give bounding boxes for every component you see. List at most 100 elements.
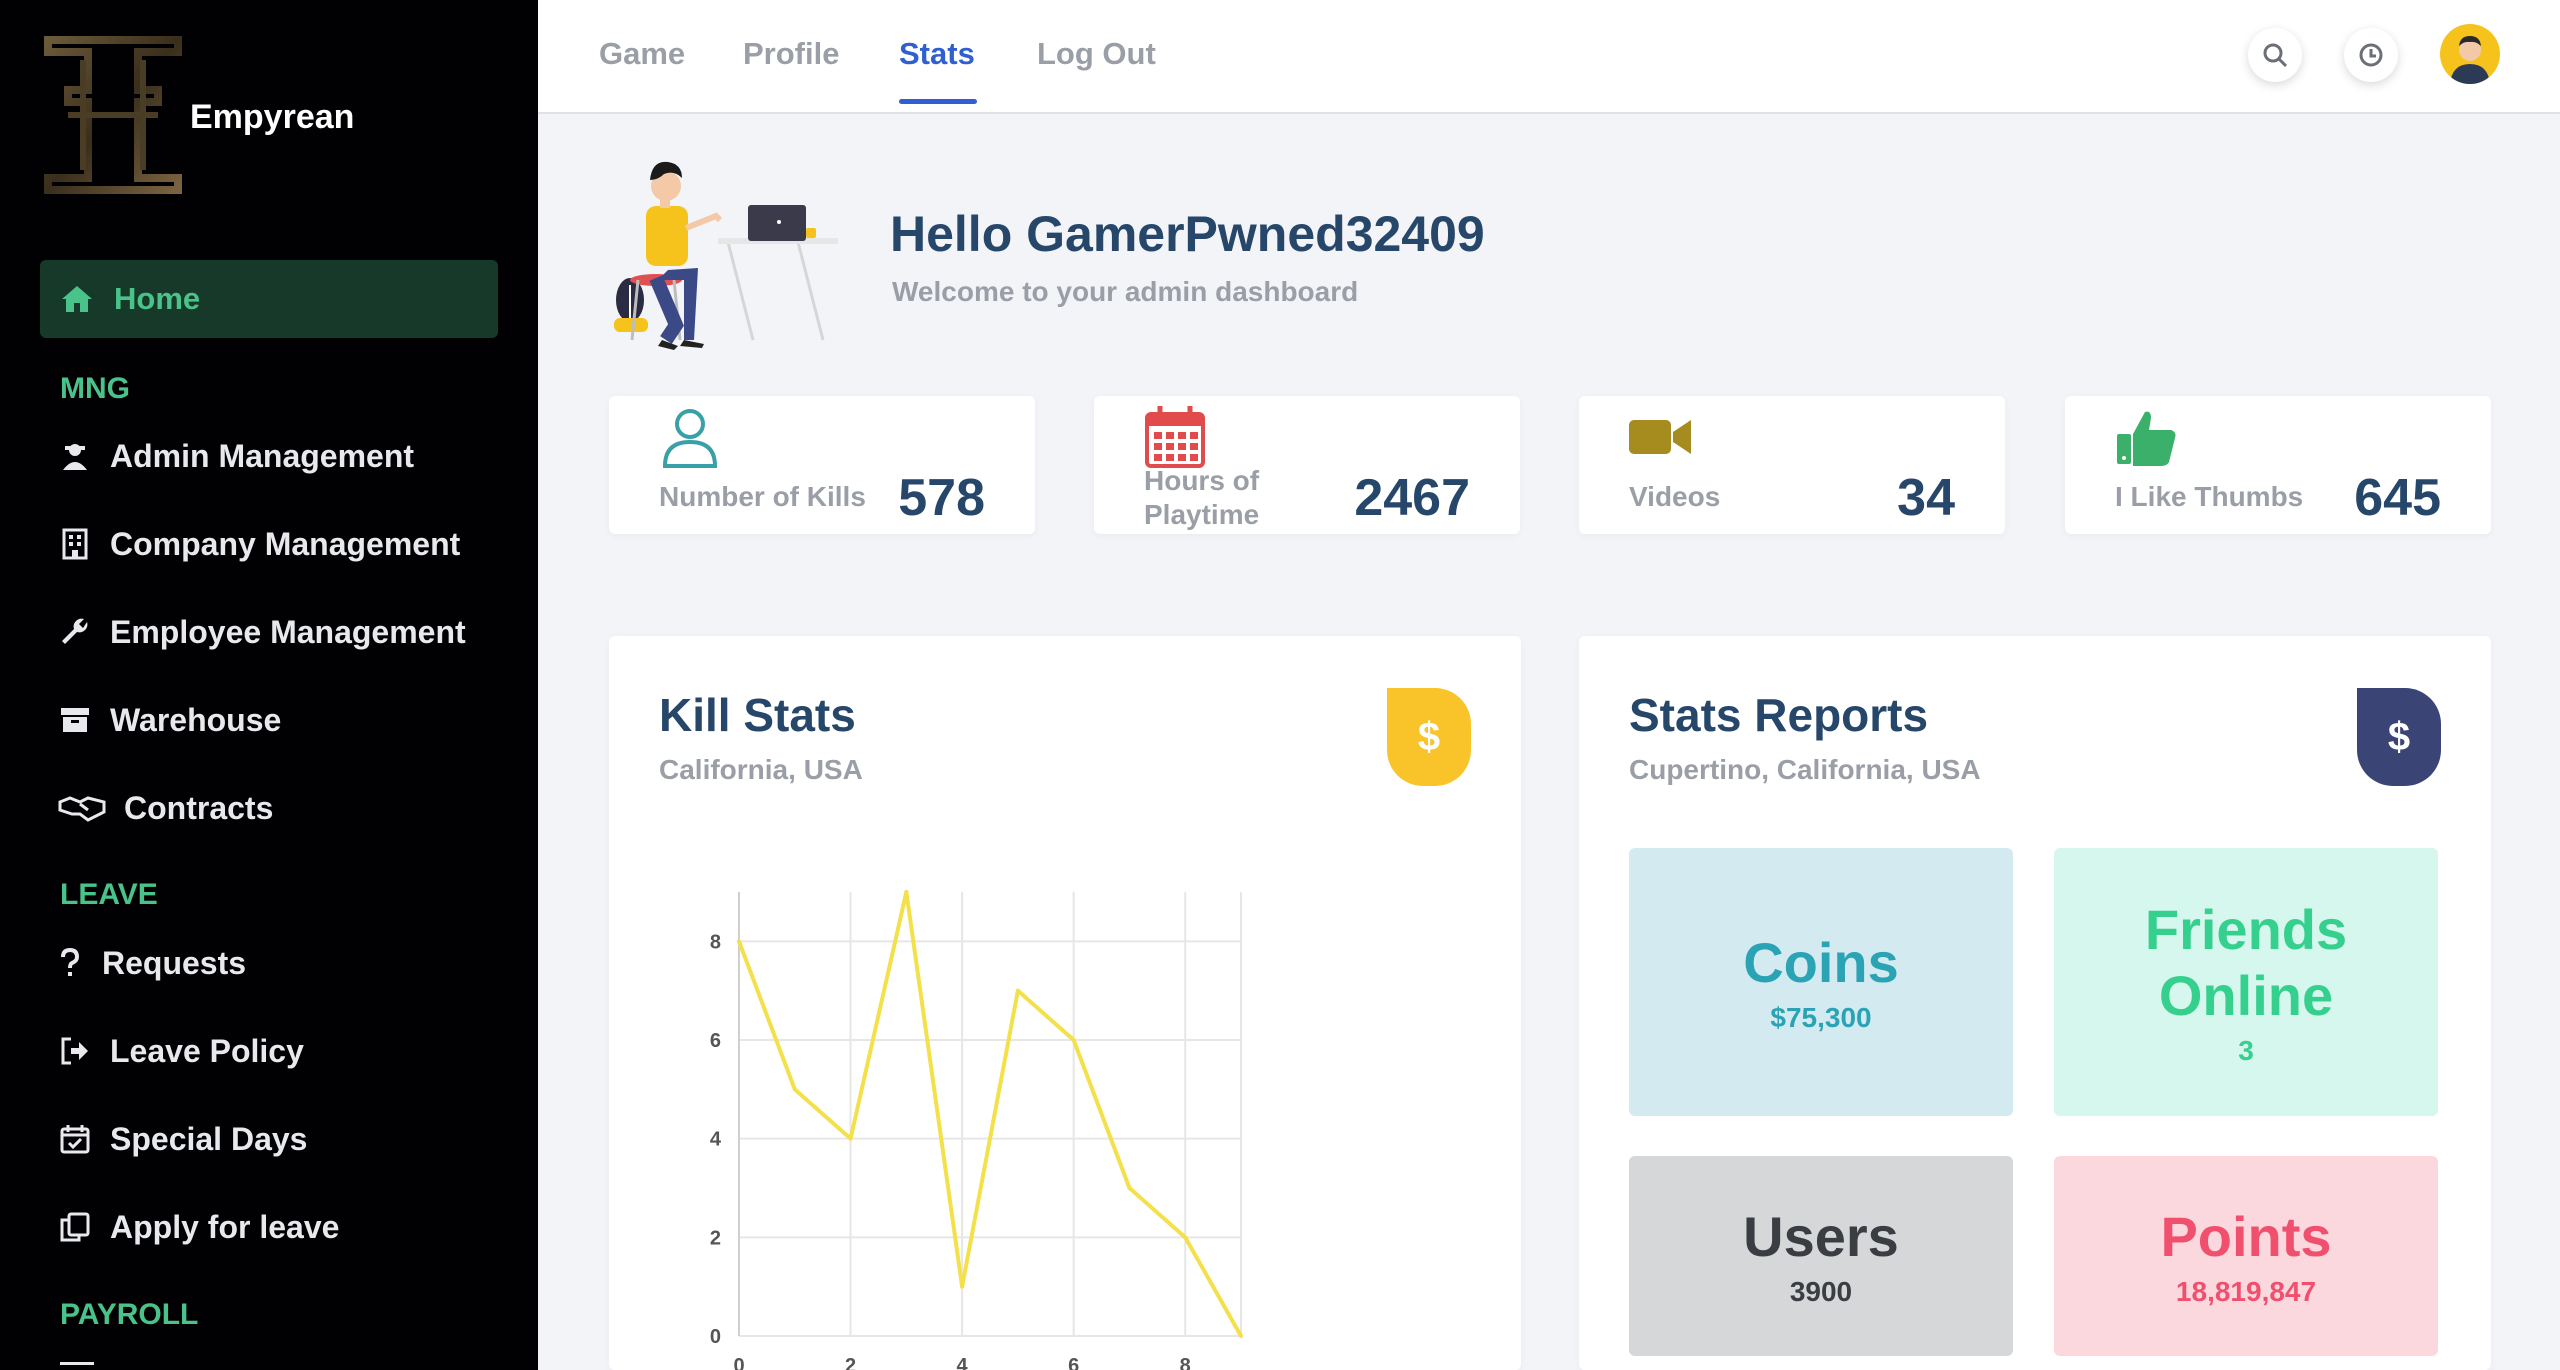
section-label-mng: MNG bbox=[60, 372, 130, 405]
stat-value: 645 bbox=[2354, 469, 2441, 527]
sidebar-item-company-management[interactable]: Company Management bbox=[58, 519, 460, 569]
sidebar-item-label: Leave Policy bbox=[110, 1032, 304, 1069]
building-icon bbox=[58, 527, 92, 561]
series-line bbox=[737, 890, 1243, 1337]
tile-name: Points bbox=[2160, 1205, 2332, 1268]
data-point bbox=[737, 939, 741, 944]
stat-label: I Like Thumbs bbox=[2115, 481, 2304, 512]
stat-card-playtime: Hours of Playtime 2467 bbox=[1094, 396, 1520, 534]
stat-label: Hours of Playtime bbox=[1144, 465, 1260, 530]
user-secret-icon bbox=[58, 439, 92, 473]
stat-card-videos: Videos 34 bbox=[1579, 396, 2005, 534]
tile-name: Friends Online bbox=[2144, 898, 2348, 1027]
handshake-icon bbox=[58, 791, 106, 825]
sidebar-item-leave-policy[interactable]: Leave Policy bbox=[58, 1026, 304, 1076]
thumbs-up-icon bbox=[2117, 411, 2176, 466]
copy-icon bbox=[58, 1210, 92, 1244]
tile-coins[interactable]: Coins $75,300 bbox=[1629, 848, 2013, 1116]
tile-friends-online[interactable]: Friends Online 3 bbox=[2054, 848, 2438, 1116]
data-point bbox=[848, 1136, 853, 1141]
search-button[interactable] bbox=[2248, 28, 2302, 82]
history-button[interactable] bbox=[2344, 28, 2398, 82]
dollar-icon: $ bbox=[2387, 714, 2411, 759]
stat-label: Number of Kills bbox=[659, 481, 866, 512]
sign-out-icon bbox=[58, 1034, 92, 1068]
empyrean-logo[interactable] bbox=[38, 30, 188, 200]
sidebar-item-admin-management[interactable]: Admin Management bbox=[58, 431, 414, 481]
data-point bbox=[1239, 1334, 1243, 1338]
sidebar-item-label: Home bbox=[114, 281, 201, 316]
sidebar-item-label: Employee Management bbox=[110, 613, 466, 650]
sidebar-item-contracts[interactable]: Contracts bbox=[58, 783, 273, 833]
tile-points[interactable]: Points 18,819,847 bbox=[2054, 1156, 2438, 1356]
stat-card-kills: Number of Kills 578 bbox=[609, 396, 1035, 534]
x-tick-label: 6 bbox=[1068, 1355, 1079, 1370]
data-point bbox=[1183, 1235, 1188, 1240]
y-tick-label: 4 bbox=[710, 1129, 722, 1151]
currency-badge[interactable]: $ bbox=[2357, 688, 2441, 786]
data-point bbox=[904, 890, 909, 894]
y-tick-label: 8 bbox=[710, 931, 721, 953]
stat-label: Videos bbox=[1629, 481, 1721, 512]
stat-card-thumbs: I Like Thumbs 645 bbox=[2065, 396, 2491, 534]
sidebar-item-requests[interactable]: Requests bbox=[58, 938, 246, 988]
sidebar-item-special-days[interactable]: Special Days bbox=[58, 1114, 307, 1164]
card-subtitle: Cupertino, California, USA bbox=[1629, 754, 1981, 785]
sidebar-item-label: Apply for leave bbox=[110, 1208, 340, 1245]
tile-value: 3 bbox=[2238, 1035, 2254, 1066]
tile-value: 18,819,847 bbox=[2175, 1276, 2317, 1307]
sidebar-item-label: Requests bbox=[102, 944, 247, 981]
tab-log-out[interactable]: Log Out bbox=[1037, 36, 1156, 72]
sidebar-item-apply-for-leave[interactable]: Apply for leave bbox=[58, 1202, 339, 1252]
data-point bbox=[792, 1087, 797, 1092]
tile-name: Coins bbox=[1743, 931, 1899, 994]
sidebar-item-label: Special Days bbox=[110, 1120, 308, 1157]
avatar[interactable] bbox=[2440, 24, 2500, 84]
x-tick-label: 0 bbox=[733, 1355, 744, 1370]
search-icon bbox=[2263, 43, 2288, 68]
user-avatar-icon bbox=[2450, 36, 2490, 84]
greeting-title: Hello GamerPwned32409 bbox=[890, 206, 1485, 262]
gamer-illustration bbox=[614, 161, 838, 350]
kill-stats-chart: 0 2 4 6 8 0 2 4 6 8 bbox=[710, 890, 1243, 1370]
data-point bbox=[1015, 988, 1020, 993]
home-icon bbox=[62, 286, 92, 312]
sidebar: Empyrean Home MNG Admin Management Compa… bbox=[0, 0, 538, 1370]
data-point bbox=[1127, 1186, 1132, 1190]
brand-name: Empyrean bbox=[190, 98, 355, 136]
tile-value: $75,300 bbox=[1770, 1002, 1872, 1033]
kill-stats-card: Kill Stats California, USA $ 0246802468 bbox=[609, 636, 1521, 1370]
stat-value: 578 bbox=[898, 469, 985, 527]
x-tick-label: 4 bbox=[957, 1355, 969, 1370]
data-point bbox=[960, 1284, 965, 1289]
calendar-check-icon bbox=[58, 1122, 92, 1156]
data-point bbox=[1071, 1038, 1076, 1042]
section-label-leave: LEAVE bbox=[60, 878, 158, 911]
video-camera-icon bbox=[1629, 420, 1691, 454]
stats-reports-card: Stats Reports Cupertino, California, USA… bbox=[1579, 636, 2491, 1370]
stat-value: 2467 bbox=[1354, 469, 1470, 527]
tab-game[interactable]: Game bbox=[599, 36, 685, 72]
sidebar-item-employee-management[interactable]: Employee Management bbox=[58, 607, 466, 657]
sidebar-item-label: Contracts bbox=[124, 789, 274, 826]
section-label-payroll: PAYROLL bbox=[60, 1298, 199, 1331]
sidebar-item-label: Warehouse bbox=[110, 701, 282, 738]
archive-box-icon bbox=[58, 703, 92, 737]
y-tick-label: 2 bbox=[710, 1227, 721, 1249]
y-tick-label: 0 bbox=[710, 1326, 721, 1348]
active-tab-indicator bbox=[899, 99, 977, 104]
greeting-subtitle: Welcome to your admin dashboard bbox=[892, 276, 1359, 307]
x-tick-label: 8 bbox=[1180, 1355, 1191, 1370]
stat-value: 34 bbox=[1897, 469, 1955, 527]
calendar-icon bbox=[1145, 406, 1205, 468]
tab-stats[interactable]: Stats bbox=[899, 36, 975, 72]
tab-profile[interactable]: Profile bbox=[743, 36, 839, 72]
sidebar-item-label: Company Management bbox=[110, 525, 461, 562]
sidebar-item-home[interactable]: Home bbox=[40, 260, 498, 338]
tile-value: 3900 bbox=[1789, 1276, 1853, 1307]
y-tick-label: 6 bbox=[710, 1030, 721, 1052]
tile-name: Users bbox=[1743, 1205, 1899, 1268]
sidebar-item-warehouse[interactable]: Warehouse bbox=[58, 695, 281, 745]
sidebar-item-label: Admin Management bbox=[110, 437, 415, 474]
tile-users[interactable]: Users 3900 bbox=[1629, 1156, 2013, 1356]
